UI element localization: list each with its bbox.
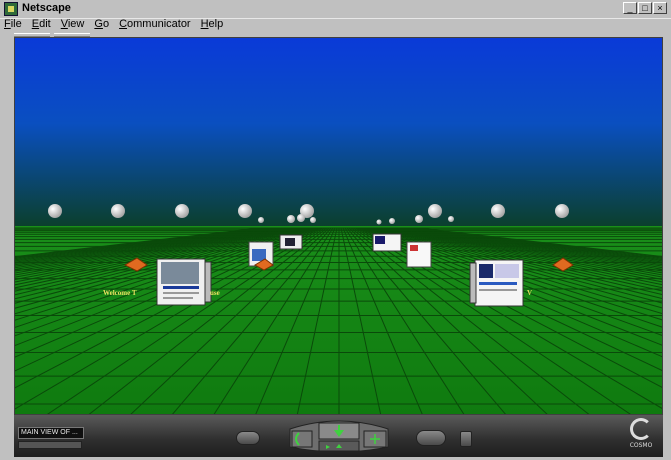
cosmo-swirl-icon: [630, 418, 652, 440]
menu-file-mnemonic: F: [4, 18, 11, 30]
white-sphere[interactable]: [310, 217, 316, 223]
cosmo-logo[interactable]: COSMO: [621, 418, 661, 454]
menu-help-mnemonic: H: [200, 18, 209, 30]
white-sphere[interactable]: [258, 217, 264, 223]
menu-help-label: elp: [208, 18, 224, 30]
vrml-viewport[interactable]: Welcome T use V: [14, 37, 663, 415]
white-sphere[interactable]: [238, 204, 252, 218]
menu-bar: File Edit View Go Communicator Help: [0, 18, 671, 31]
white-sphere[interactable]: [48, 204, 62, 218]
white-sphere[interactable]: [389, 218, 395, 224]
navigation-cluster: [284, 417, 394, 453]
white-sphere[interactable]: [491, 204, 505, 218]
white-sphere[interactable]: [287, 215, 295, 223]
menu-communicator-label: ommunicator: [127, 18, 191, 30]
maximize-button[interactable]: □: [638, 2, 652, 14]
menu-communicator[interactable]: Communicator: [119, 18, 191, 31]
distant-page-image: [375, 236, 385, 244]
menu-go-mnemonic: G: [94, 18, 103, 30]
netscape-icon: [4, 2, 18, 16]
right-cube-label: V: [527, 289, 532, 297]
menu-edit[interactable]: Edit: [32, 18, 51, 31]
window-title: Netscape: [22, 2, 71, 14]
menu-view-label: iew: [67, 18, 85, 30]
cosmo-dashboard: MAIN VIEW OF ... COSMO: [14, 415, 663, 457]
menu-go-label: o: [102, 18, 110, 30]
white-sphere[interactable]: [297, 214, 305, 222]
viewpoint-cycle-bar[interactable]: [18, 441, 82, 449]
white-sphere[interactable]: [555, 204, 569, 218]
white-sphere[interactable]: [175, 204, 189, 218]
window-controls: _ □ ×: [623, 2, 667, 14]
menu-help[interactable]: Help: [201, 18, 224, 31]
white-sphere[interactable]: [376, 219, 382, 225]
sky: [15, 38, 662, 228]
navigation-controls: [289, 420, 389, 453]
white-sphere[interactable]: [448, 216, 454, 222]
cosmo-logo-text: COSMO: [629, 442, 653, 449]
page-panel-image: [410, 245, 418, 251]
zoom-button[interactable]: [416, 430, 446, 446]
menu-file[interactable]: File: [4, 18, 22, 31]
menu-view[interactable]: View: [61, 18, 85, 31]
welcome-label-tail: use: [210, 289, 220, 297]
close-button[interactable]: ×: [653, 2, 667, 14]
menu-view-mnemonic: V: [60, 18, 68, 30]
menu-edit-label: dit: [39, 18, 51, 30]
welcome-page-cube[interactable]: [156, 258, 212, 306]
distant-page-image: [285, 238, 295, 246]
white-sphere[interactable]: [428, 204, 442, 218]
minimize-button[interactable]: _: [623, 2, 637, 14]
menu-edit-mnemonic: E: [31, 18, 40, 30]
seek-button[interactable]: [236, 431, 260, 445]
vrml-scene[interactable]: Welcome T use V: [15, 38, 663, 415]
welcome-label: Welcome T: [103, 289, 137, 297]
menu-communicator-mnemonic: C: [119, 18, 128, 30]
white-sphere[interactable]: [415, 215, 423, 223]
title-bar: Netscape _ □ ×: [0, 0, 671, 19]
viewpoint-label[interactable]: MAIN VIEW OF ...: [18, 427, 84, 439]
menu-go[interactable]: Go: [94, 18, 109, 31]
white-sphere[interactable]: [111, 204, 125, 218]
straighten-button[interactable]: [460, 431, 472, 447]
menu-file-label: ile: [10, 18, 22, 30]
right-page-cube[interactable]: [469, 259, 524, 307]
